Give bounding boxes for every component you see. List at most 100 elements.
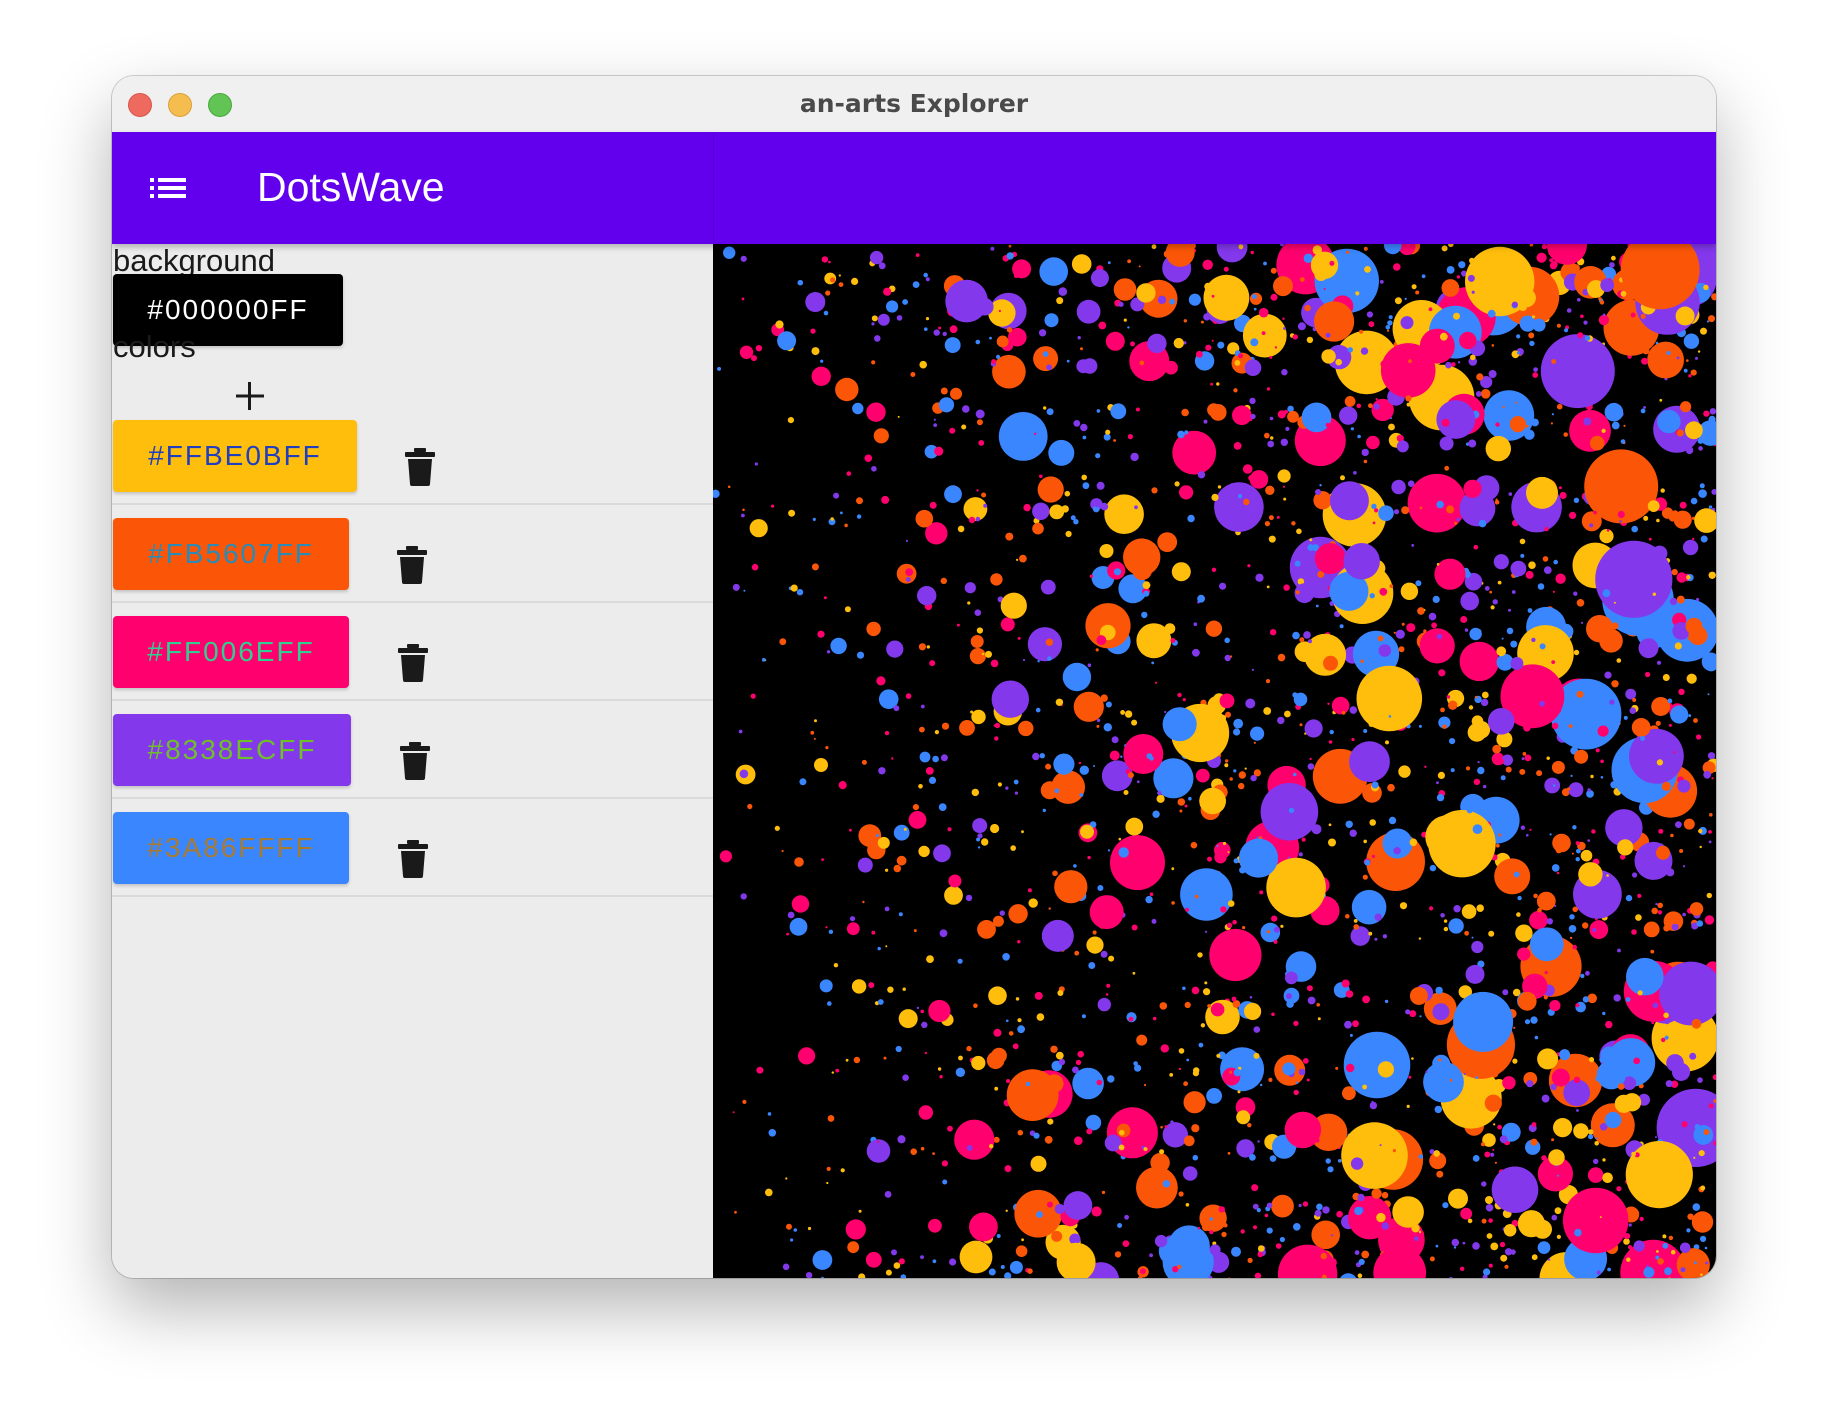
paint-dot: [1630, 312, 1636, 318]
color-swatch-button[interactable]: #3A86FFFF: [113, 812, 349, 884]
paint-dot: [1076, 299, 1101, 324]
paint-dot: [1590, 774, 1594, 779]
paint-dot: [1037, 476, 1064, 503]
paint-dot: [881, 495, 890, 504]
paint-dot: [1659, 398, 1663, 402]
paint-dot: [1537, 1048, 1559, 1070]
paint-dot: [1371, 781, 1379, 789]
color-swatch-button[interactable]: #FB5607FF: [113, 518, 349, 590]
paint-dot: [1509, 416, 1526, 433]
paint-dot: [1396, 440, 1409, 453]
paint-dot: [886, 300, 899, 313]
trash-icon[interactable]: [405, 448, 435, 486]
paint-dot: [740, 893, 747, 900]
paint-dot: [1387, 783, 1395, 792]
paint-dot: [1341, 1122, 1408, 1189]
paint-dot: [1123, 734, 1164, 774]
paint-dot: [1640, 735, 1645, 741]
paint-dot: [1074, 950, 1080, 956]
paint-dot: [1698, 446, 1703, 451]
paint-dot: [1177, 798, 1186, 806]
paint-dot: [1249, 996, 1253, 999]
paint-dot: [1580, 973, 1585, 979]
paint-dot: [1183, 319, 1187, 323]
paint-dot: [925, 767, 934, 775]
color-swatch-button[interactable]: #FFBE0BFF: [113, 420, 357, 492]
paint-dot: [792, 897, 801, 906]
list-icon[interactable]: [148, 172, 188, 204]
paint-dot: [1693, 1156, 1696, 1159]
paint-dot: [1490, 1242, 1499, 1251]
paint-dot: [1089, 895, 1124, 930]
paint-dot: [1497, 1124, 1502, 1130]
paint-dot: [1385, 325, 1391, 330]
trash-icon[interactable]: [400, 742, 430, 780]
paint-dot: [1421, 274, 1426, 279]
paint-dot: [1012, 259, 1032, 279]
paint-dot: [821, 1276, 824, 1278]
paint-dot: [1225, 759, 1229, 763]
paint-dot: [1697, 350, 1701, 353]
paint-dot: [1632, 872, 1638, 878]
paint-dot: [1164, 623, 1176, 634]
plus-icon[interactable]: [230, 376, 270, 416]
paint-dot: [1177, 430, 1185, 439]
paint-dot: [756, 1066, 764, 1074]
paint-dot: [1105, 701, 1112, 708]
paint-dot: [1214, 482, 1264, 532]
paint-dot: [1042, 808, 1046, 813]
paint-dot: [1609, 699, 1615, 705]
paint-dot: [1692, 1203, 1701, 1211]
paint-dot: [831, 1071, 834, 1074]
paint-dot: [950, 387, 962, 400]
paint-dot: [1559, 491, 1567, 500]
paint-dot: [1015, 1245, 1028, 1257]
paint-dot: [1551, 1214, 1558, 1221]
paint-dot: [1181, 408, 1189, 417]
paint-dot: [1655, 720, 1661, 726]
paint-dot: [1631, 525, 1638, 533]
paint-dot: [1492, 599, 1498, 605]
paint-dot: [1634, 785, 1638, 788]
paint-dot: [1293, 772, 1297, 777]
color-swatch-button[interactable]: #FF006EFF: [113, 616, 349, 688]
paint-dot: [1686, 359, 1689, 362]
paint-dot: [1277, 716, 1285, 725]
paint-dot: [885, 945, 888, 948]
paint-dot: [1531, 1254, 1538, 1261]
paint-dot: [1269, 629, 1277, 636]
paint-dot: [1483, 784, 1487, 789]
paint-dot: [949, 427, 956, 434]
paint-dot: [905, 693, 912, 699]
paint-dot: [1606, 874, 1609, 877]
paint-dot: [785, 1177, 788, 1180]
paint-dot: [1450, 768, 1455, 773]
trash-icon[interactable]: [398, 644, 428, 682]
paint-dot: [1517, 947, 1531, 961]
paint-dot: [1304, 304, 1311, 312]
paint-dot: [1392, 1196, 1424, 1228]
paint-dot: [1477, 766, 1485, 775]
paint-dot: [1057, 990, 1064, 996]
trash-icon[interactable]: [398, 840, 428, 878]
paint-dot: [969, 648, 986, 665]
paint-dot: [1233, 388, 1238, 393]
paint-dot: [1569, 936, 1573, 940]
paint-dot: [1492, 744, 1502, 754]
paint-dot: [1017, 636, 1021, 640]
paint-dot: [1620, 290, 1627, 297]
paint-dot: [1023, 503, 1031, 512]
paint-dot: [1034, 992, 1043, 1000]
paint-dot: [1053, 753, 1075, 775]
paint-dot: [1485, 1196, 1493, 1204]
paint-dot: [920, 704, 925, 709]
paint-dot: [883, 287, 892, 296]
paint-dot: [825, 290, 831, 296]
paint-dot: [1266, 387, 1271, 391]
paint-dot: [891, 757, 894, 760]
paint-dot: [962, 405, 970, 413]
paint-dot: [828, 260, 831, 264]
color-swatch-button[interactable]: #8338ECFF: [113, 714, 351, 786]
paint-dot: [1363, 246, 1368, 251]
trash-icon[interactable]: [397, 546, 427, 584]
